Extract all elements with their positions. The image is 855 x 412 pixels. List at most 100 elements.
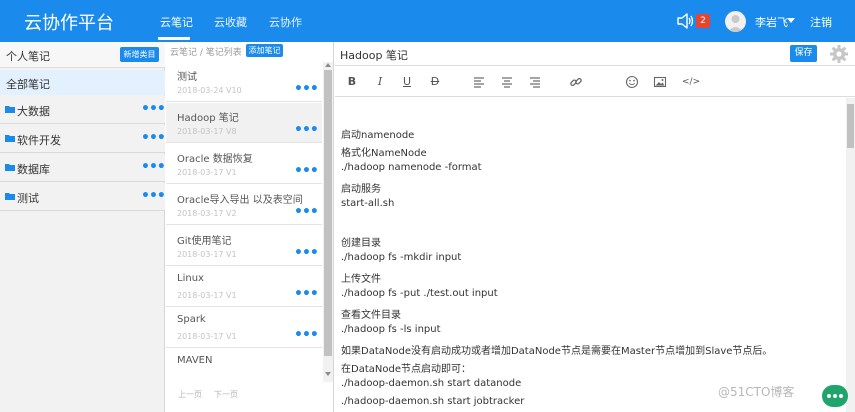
link-icon[interactable] (569, 75, 583, 89)
note-list-scrollbar[interactable] (323, 62, 333, 382)
align-center-icon[interactable] (500, 75, 514, 89)
code-icon[interactable]: </> (682, 75, 700, 89)
note-title-input[interactable]: Hadoop 笔记 (340, 47, 408, 63)
note-meta: 2018-03-17 V1 (177, 291, 237, 300)
note-title: Git使用笔记 (177, 236, 232, 247)
bold-icon[interactable]: B (345, 75, 359, 89)
note-item[interactable]: 测试 2018-03-24 V10 ••• (166, 62, 322, 102)
tab-cloud-notes[interactable]: 云笔记 (160, 14, 193, 30)
more-options-icon[interactable]: ••• (141, 160, 166, 174)
more-options-icon[interactable]: ••• (141, 102, 166, 116)
top-navbar: 云协作平台 云笔记 云收藏 云协作 2 李岩飞 注销 (0, 0, 855, 42)
note-item[interactable]: Oracle导入导出 以及表空间 2018-03-17 V2 ••• (166, 185, 322, 225)
category-label: 软件开发 (17, 134, 61, 147)
category-item[interactable]: 数据库 ••• (0, 154, 166, 182)
note-item[interactable]: MAVEN (166, 349, 322, 382)
more-options-icon[interactable]: ••• (294, 328, 319, 342)
note-meta: 2018-03-17 V1 (177, 250, 237, 259)
category-panel: 个人笔记 新增类目 全部笔记 大数据 ••• 软件开发 ••• 数据库 ••• … (0, 42, 166, 412)
tab-cloud-collab[interactable]: 云协作 (269, 14, 302, 30)
note-item-selected[interactable]: Hadoop 笔记 2018-03-17 V8 ••• (166, 103, 322, 143)
scrollbar-thumb[interactable] (324, 70, 332, 356)
note-item[interactable]: Git使用笔记 2018-03-17 V1 ••• (166, 226, 322, 266)
content-line: ./hadoop fs -put ./test.out input (341, 288, 498, 299)
note-meta: 2018-03-17 V1 (177, 332, 237, 341)
italic-icon[interactable]: I (373, 75, 387, 89)
note-item[interactable]: Linux 2018-03-17 V1 ••• (166, 267, 322, 307)
note-title: Oracle 数据恢复 (177, 154, 253, 165)
more-options-icon[interactable]: ••• (294, 82, 319, 96)
category-panel-title: 个人笔记 (6, 50, 50, 63)
all-notes-item[interactable]: 全部笔记 (0, 70, 165, 95)
align-left-icon[interactable] (472, 75, 486, 89)
image-icon[interactable] (653, 75, 667, 89)
all-notes-label: 全部笔记 (6, 78, 50, 91)
note-title: Oracle导入导出 以及表空间 (177, 195, 303, 206)
username[interactable]: 李岩飞 (755, 14, 788, 30)
underline-icon[interactable]: U (400, 75, 414, 89)
notification-badge: 2 (696, 14, 710, 28)
note-title: 测试 (177, 72, 197, 83)
content-line: 上传文件 (341, 274, 381, 285)
note-title-bar: Hadoop 笔记 保存 (335, 42, 855, 66)
more-options-icon[interactable]: ••• (294, 205, 319, 219)
speaker-icon[interactable] (676, 12, 694, 30)
more-options-icon[interactable]: ••• (141, 189, 166, 203)
category-item[interactable]: 大数据 ••• (0, 96, 166, 124)
content-line: 启动namenode (341, 130, 415, 141)
active-tab-indicator (158, 37, 190, 40)
category-label: 大数据 (17, 105, 50, 118)
strikethrough-icon[interactable]: D (428, 75, 442, 89)
brand-logo[interactable]: 云协作平台 (24, 9, 114, 35)
note-title: Linux (177, 273, 204, 284)
chevron-down-icon[interactable] (787, 18, 795, 23)
note-meta: 2018-03-24 V10 (177, 86, 242, 95)
folder-icon (5, 106, 15, 113)
note-list-panel: 云笔记 / 笔记列表 添加笔记 测试 2018-03-24 V10 ••• Ha… (166, 42, 334, 412)
logout-link[interactable]: 注销 (810, 14, 832, 30)
category-label: 测试 (17, 192, 39, 205)
note-meta: 2018-03-17 V2 (177, 209, 237, 218)
editor-scrollbar[interactable] (846, 98, 855, 412)
category-panel-header: 个人笔记 新增类目 (0, 42, 165, 68)
note-item[interactable]: Spark 2018-03-17 V1 ••• (166, 308, 322, 348)
tab-cloud-favorites[interactable]: 云收藏 (214, 14, 247, 30)
chat-icon[interactable] (822, 385, 848, 407)
content-line: 启动服务 (341, 184, 381, 195)
gear-icon[interactable] (829, 44, 849, 64)
content-line: 查看文件目录 (341, 310, 401, 321)
more-options-icon[interactable]: ••• (294, 123, 319, 137)
scrollbar-thumb[interactable] (847, 104, 854, 148)
content-line: 在DataNode节点启动即可： (341, 364, 471, 375)
note-content[interactable]: 启动namenode 格式化NameNode ./hadoop namenode… (335, 98, 845, 412)
more-options-icon[interactable]: ••• (294, 164, 319, 178)
note-meta: 2018-03-17 V1 (177, 168, 237, 177)
editor-toolbar: B I U D </> (335, 67, 855, 97)
add-note-button[interactable]: 添加笔记 (246, 44, 283, 57)
save-button[interactable]: 保存 (790, 45, 817, 62)
scroll-down-icon[interactable] (325, 372, 331, 376)
emoji-icon[interactable] (625, 75, 639, 89)
folder-icon (5, 193, 15, 200)
new-category-button[interactable]: 新增类目 (120, 47, 159, 62)
more-options-icon[interactable]: ••• (294, 287, 319, 301)
align-right-icon[interactable] (528, 75, 542, 89)
content-line: ./hadoop namenode -format (341, 162, 482, 173)
breadcrumb: 云笔记 / 笔记列表 (170, 48, 242, 58)
more-options-icon[interactable]: ••• (141, 131, 166, 145)
content-line: ./hadoop-daemon.sh start jobtracker (341, 396, 525, 407)
avatar[interactable] (725, 11, 746, 32)
prev-page-link[interactable]: 上一页 (178, 389, 202, 400)
content-line: 创建目录 (341, 238, 381, 249)
note-meta: 2018-03-17 V8 (177, 127, 237, 136)
folder-icon (5, 164, 15, 171)
scroll-up-icon[interactable] (325, 63, 331, 67)
note-item[interactable]: Oracle 数据恢复 2018-03-17 V1 ••• (166, 144, 322, 184)
category-item[interactable]: 软件开发 ••• (0, 125, 166, 153)
note-title: MAVEN (177, 355, 213, 366)
category-item[interactable]: 测试 ••• (0, 183, 166, 211)
pagination: 上一页 下一页 (166, 384, 334, 412)
next-page-link[interactable]: 下一页 (214, 389, 238, 400)
content-line: ./hadoop fs -ls input (341, 324, 441, 335)
more-options-icon[interactable]: ••• (294, 246, 319, 260)
